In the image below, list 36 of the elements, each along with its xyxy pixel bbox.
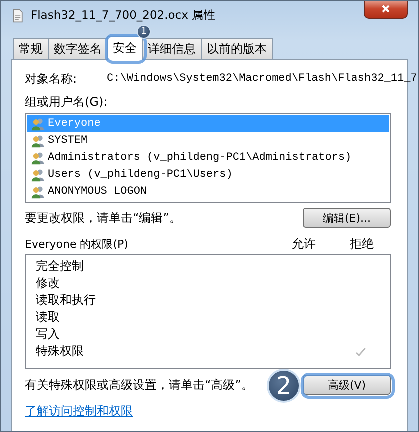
- user-list-item[interactable]: SYSTEM: [27, 132, 389, 149]
- column-header: 允许: [291, 236, 317, 252]
- tab[interactable]: 常规: [13, 38, 49, 59]
- hint-text: 有关特殊权限或高级设置，请单击“高级”。: [25, 376, 254, 394]
- document-icon: [11, 8, 25, 24]
- user-list-item[interactable]: Administrators (v_phildeng-PC1\Administrators): [27, 149, 389, 166]
- tab[interactable]: 数字签名: [48, 38, 108, 59]
- close-icon: [380, 3, 392, 15]
- tab[interactable]: 安全: [107, 36, 143, 60]
- users-icon: [30, 116, 46, 130]
- user-list-item[interactable]: Users (v_phildeng-PC1\Users): [27, 166, 389, 183]
- permission-name: 修改: [36, 275, 61, 292]
- window-title: Flash32_11_7_700_202.ocx 属性: [31, 8, 216, 23]
- users-icon: [30, 168, 46, 182]
- callout-badge: 1: [137, 25, 151, 39]
- help-link[interactable]: 了解访问控制和权限: [25, 403, 133, 420]
- user-list-item[interactable]: ANONYMOUS LOGON: [27, 183, 389, 200]
- users-icon: [30, 184, 46, 198]
- close-button[interactable]: [364, 1, 408, 19]
- users-icon: [30, 134, 46, 148]
- column-header: 拒绝: [349, 236, 375, 252]
- permission-name: 读取和执行: [36, 292, 97, 309]
- advanced-button[interactable]: 高级(V): [303, 375, 391, 395]
- permission-name: 特殊权限: [36, 343, 85, 360]
- permission-name: 完全控制: [36, 258, 85, 275]
- object-path: C:\Windows\System32\Macromed\Flash\Flash32_11_7: [107, 73, 418, 85]
- users-icon: [30, 150, 46, 164]
- section-label: 组或用户名(G):: [25, 94, 109, 111]
- tab[interactable]: 以前的版本: [201, 38, 273, 59]
- permission-name: 写入: [36, 326, 61, 343]
- section-label: Everyone 的权限(P): [25, 236, 130, 252]
- hint-text: 要更改权限，请单击“编辑”。: [25, 210, 182, 226]
- tab[interactable]: 详细信息: [142, 38, 202, 59]
- permission-name: 读取: [36, 309, 61, 326]
- edit-button[interactable]: 编辑(E)...: [303, 208, 391, 228]
- field-label: 对象名称:: [25, 70, 78, 88]
